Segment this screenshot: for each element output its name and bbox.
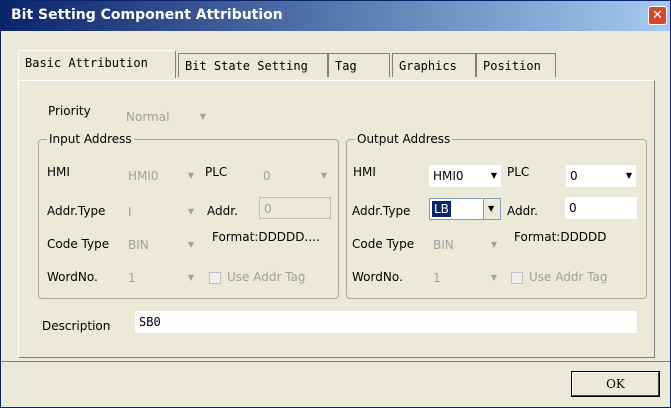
output-word-no-select[interactable]: 1 ▼ [429, 267, 501, 289]
output-code-type-select[interactable]: BIN ▼ [429, 234, 501, 256]
input-plc-label: PLC [205, 165, 228, 179]
output-plc-label: PLC [507, 165, 530, 179]
tab-tag[interactable]: Tag [328, 53, 390, 77]
dropdown-button[interactable]: ▼ [483, 199, 500, 219]
input-addr-type-label: Addr.Type [47, 204, 106, 218]
chevron-down-icon: ▼ [490, 171, 497, 180]
dialog-window: Bit Setting Component Attribution ✕ Basi… [0, 0, 671, 408]
priority-select[interactable]: Normal ▼ [122, 106, 210, 128]
input-hmi-select[interactable]: HMI0 ▼ [124, 165, 198, 187]
output-hmi-value: HMI0 [433, 169, 464, 183]
tab-bit-state-setting[interactable]: Bit State Setting [178, 53, 328, 77]
chevron-down-icon: ▼ [187, 273, 194, 282]
tab-label: Position [483, 59, 541, 73]
input-code-type-select[interactable]: BIN ▼ [124, 234, 198, 256]
tab-label: Bit State Setting [185, 59, 308, 73]
output-address-title: Output Address [355, 132, 453, 146]
output-addr-type-value: LB [431, 200, 452, 218]
close-button[interactable]: ✕ [648, 6, 667, 25]
tab-label: Tag [335, 59, 357, 73]
ok-button[interactable]: OK [571, 371, 660, 397]
input-hmi-label: HMI [47, 165, 70, 179]
input-addr-field[interactable]: 0 [259, 197, 331, 219]
description-label: Description [42, 319, 111, 333]
tab-basic-attribution[interactable]: Basic Attribution [18, 50, 176, 78]
chevron-down-icon: ▼ [320, 171, 327, 180]
input-use-addr-tag-checkbox[interactable] [209, 272, 221, 284]
input-word-no-label: WordNo. [47, 270, 98, 284]
footer-separator [1, 361, 670, 362]
input-word-no-value: 1 [128, 271, 136, 285]
chevron-down-icon: ▼ [490, 240, 497, 249]
output-plc-select[interactable]: 0 ▼ [566, 165, 636, 187]
tab-label: Graphics [399, 59, 457, 73]
output-word-no-value: 1 [433, 271, 441, 285]
input-addr-type-select[interactable]: I ▼ [124, 201, 198, 223]
output-addr-label: Addr. [507, 204, 538, 218]
chevron-down-icon: ▼ [187, 171, 194, 180]
output-addr-field[interactable]: 0 [565, 197, 637, 219]
input-hmi-value: HMI0 [128, 169, 159, 183]
chevron-down-icon: ▼ [625, 171, 632, 180]
chevron-down-icon: ▼ [187, 207, 194, 216]
tab-label: Basic Attribution [25, 56, 148, 70]
output-code-type-label: Code Type [352, 237, 415, 251]
priority-label: Priority [48, 104, 91, 118]
input-addr-type-value: I [128, 205, 132, 219]
output-use-addr-tag-checkbox[interactable] [511, 272, 523, 284]
input-address-title: Input Address [47, 132, 134, 146]
chevron-down-icon: ▼ [490, 273, 497, 282]
input-word-no-select[interactable]: 1 ▼ [124, 267, 198, 289]
title-bar: Bit Setting Component Attribution ✕ [1, 1, 670, 31]
input-plc-value: 0 [263, 169, 271, 183]
input-addr-label: Addr. [207, 204, 238, 218]
output-plc-value: 0 [570, 169, 578, 183]
description-field[interactable]: SB0 [135, 311, 637, 333]
input-code-type-label: Code Type [47, 237, 110, 251]
output-addr-type-label: Addr.Type [352, 204, 411, 218]
input-plc-select[interactable]: 0 ▼ [259, 165, 331, 187]
priority-value: Normal [126, 110, 170, 124]
chevron-down-icon: ▼ [199, 112, 206, 121]
output-code-type-value: BIN [433, 238, 454, 252]
input-use-addr-tag-label: Use Addr Tag [227, 270, 306, 284]
output-word-no-label: WordNo. [352, 270, 403, 284]
chevron-down-icon: ▼ [187, 240, 194, 249]
output-addr-type-select[interactable]: LB ▼ [429, 198, 501, 220]
output-format-text: Format:DDDDD [514, 230, 607, 244]
tab-graphics[interactable]: Graphics [392, 53, 476, 77]
output-hmi-select[interactable]: HMI0 ▼ [429, 165, 501, 187]
output-hmi-label: HMI [353, 165, 376, 179]
input-format-text: Format:DDDDD.... [212, 230, 320, 244]
tab-position[interactable]: Position [476, 53, 556, 77]
output-use-addr-tag-label: Use Addr Tag [529, 270, 608, 284]
window-title: Bit Setting Component Attribution [11, 7, 283, 23]
close-icon: ✕ [652, 8, 663, 23]
chevron-down-icon: ▼ [488, 204, 495, 213]
input-code-type-value: BIN [128, 238, 149, 252]
